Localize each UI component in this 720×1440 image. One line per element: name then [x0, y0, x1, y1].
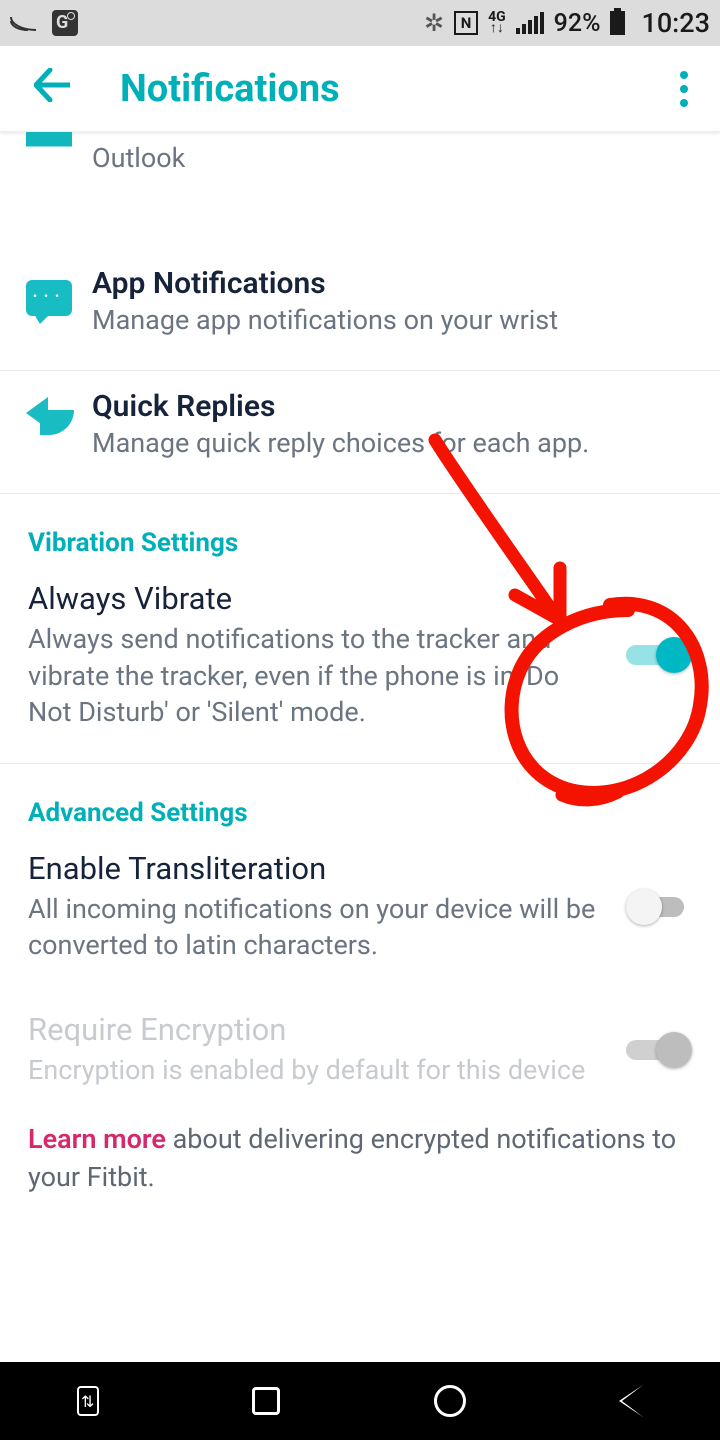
notification-app-icon: [10, 13, 38, 33]
email-notifications-item[interactable]: Emails Outlook: [0, 132, 720, 208]
always-vibrate-desc: Always send notifications to the tracker…: [28, 621, 606, 730]
nfc-icon: N: [454, 11, 478, 35]
transliteration-desc: All incoming notifications on your devic…: [28, 891, 606, 964]
battery-icon: [610, 11, 625, 35]
email-subtitle: Outlook: [92, 141, 694, 176]
chat-icon: [26, 280, 72, 316]
app-bar: Notifications: [0, 46, 720, 132]
network-4g-icon: 4G↑↓: [488, 12, 506, 34]
quick-replies-title: Quick Replies: [92, 389, 694, 424]
always-vibrate-toggle[interactable]: [626, 635, 692, 675]
transliteration-toggle[interactable]: [626, 887, 692, 927]
nav-home-button[interactable]: [434, 1385, 466, 1417]
advanced-section-header: Advanced Settings: [0, 764, 720, 834]
app-notifications-item[interactable]: App Notifications Manage app notificatio…: [0, 248, 720, 370]
nav-back-button[interactable]: [619, 1385, 643, 1417]
nav-pin-button[interactable]: ⇅: [77, 1386, 99, 1416]
app-notifications-subtitle: Manage app notifications on your wrist: [92, 303, 694, 338]
quick-replies-subtitle: Manage quick reply choices for each app.: [92, 426, 694, 461]
transliteration-title: Enable Transliteration: [28, 850, 606, 887]
mail-icon: [26, 132, 72, 158]
learn-more-text: Learn more about delivering encrypted no…: [0, 1121, 720, 1197]
always-vibrate-title: Always Vibrate: [28, 580, 606, 617]
overflow-menu-button[interactable]: [662, 61, 706, 117]
always-vibrate-setting[interactable]: Always Vibrate Always send notifications…: [0, 564, 720, 762]
status-time: 10:23: [641, 7, 710, 39]
bluetooth-icon: ✲: [424, 9, 444, 37]
page-title: Notifications: [120, 67, 340, 111]
maps-notification-icon: [52, 10, 78, 36]
signal-icon: [516, 12, 544, 34]
quick-replies-item[interactable]: Quick Replies Manage quick reply choices…: [0, 371, 720, 493]
content-scroll[interactable]: Emails Outlook App Notifications Manage …: [0, 132, 720, 1362]
nav-recents-button[interactable]: [252, 1387, 280, 1415]
back-button[interactable]: [14, 59, 90, 118]
reply-icon: [26, 395, 72, 435]
encryption-toggle: [626, 1030, 692, 1070]
encryption-desc: Encryption is enabled by default for thi…: [28, 1052, 606, 1088]
android-status-bar: ✲ N 4G↑↓ 92% 10:23: [0, 0, 720, 46]
encryption-setting: Require Encryption Encryption is enabled…: [0, 995, 720, 1120]
transliteration-setting[interactable]: Enable Transliteration All incoming noti…: [0, 834, 720, 996]
app-notifications-title: App Notifications: [92, 266, 694, 301]
android-nav-bar: ⇅: [0, 1362, 720, 1440]
battery-percent: 92%: [554, 9, 601, 38]
learn-more-link[interactable]: Learn more: [28, 1123, 166, 1155]
encryption-title: Require Encryption: [28, 1011, 606, 1048]
vibration-section-header: Vibration Settings: [0, 494, 720, 564]
